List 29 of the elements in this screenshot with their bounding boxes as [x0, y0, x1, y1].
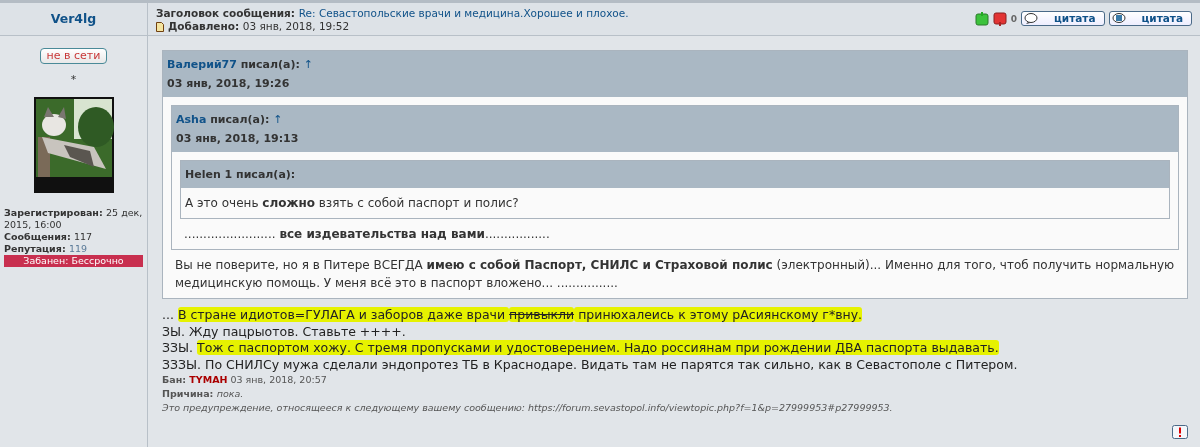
speech-bubble-icon	[1024, 13, 1039, 24]
quote-text: ........................ все издевательства над вами.................	[183, 226, 551, 243]
author-name[interactable]: Ver4lg	[50, 9, 97, 29]
message-line: ЗЗЗЫ. По СНИЛСу мужа сделали эндопротез ТБ в Краснодаре. Видать там не парятся так сильно, как в Севастополе с Питером.	[162, 356, 1019, 373]
profile-field: Репутация: 119	[4, 242, 143, 255]
profile-field: Зарегистрирован: 25 дек, 2015, 16:00	[4, 206, 143, 231]
quote-header: Asha писал(а): ↑ 03 янв, 2018, 19:13	[172, 106, 1178, 152]
rating-count: 0	[1010, 12, 1018, 26]
quote-header: Helen 1 писал(а):	[181, 161, 1169, 188]
quote-button[interactable]: цитата	[1021, 11, 1105, 26]
post-date: Добавлено: 03 янв, 2018, 19:52	[168, 20, 350, 33]
message-line: ЗЗЫ. Тож с паспортом хожу. С тремя пропусками и удостоверением. Надо россиянам при рождении ДВА паспорта выдавать.	[162, 340, 1000, 357]
ban-badge: Забанен: Бессрочно	[4, 254, 143, 267]
message-line: ... В стране идиотов=ГУЛАГА и заборов даже врачи привыкли принюхалеись к этому рАсиянскому г*вну.	[162, 307, 864, 324]
ban-reason: Причина: пока.	[162, 387, 245, 401]
message-subject: Заголовок сообщения: Re: Севастопольские врачи и медицина.Хорошее и плохое.	[156, 7, 629, 20]
quote-header: Валерий77 писал(а): ↑ 03 янв, 2018, 19:26	[163, 51, 1187, 97]
rank-text: *	[70, 72, 77, 88]
quote-button[interactable]: цитата	[1108, 11, 1192, 26]
report-icon[interactable]	[1172, 425, 1188, 439]
message-line: ЗЫ. Жду пацрыотов. Ставьте ++++.	[162, 323, 407, 340]
quote-text: Вы не поверите, но я в Питере ВСЕГДА имею с собой Паспорт, СНИЛС и Страховой полис (электронный)... Именно для того, чтоб получить нормальную медицинскую помощь. У меня всё это в паспорт вложено... ................	[174, 257, 1176, 292]
ban-info: Бан: TYMAH 03 янв, 2018, 20:57	[162, 373, 328, 387]
ban-note: Это предупреждение, относящееся к следующему вашему сообщению: https://forum.sevastopol.info/viewtopic.php?f=1&p=27999953#p27999953.	[162, 401, 894, 415]
profile-field: Сообщения: 117	[4, 230, 143, 243]
status-badge: не в сети	[39, 48, 108, 64]
speech-bubble-icon	[1111, 13, 1126, 24]
post-icon	[156, 21, 164, 32]
quote-text: А это очень сложно взять с собой паспорт и полис?	[185, 195, 520, 212]
